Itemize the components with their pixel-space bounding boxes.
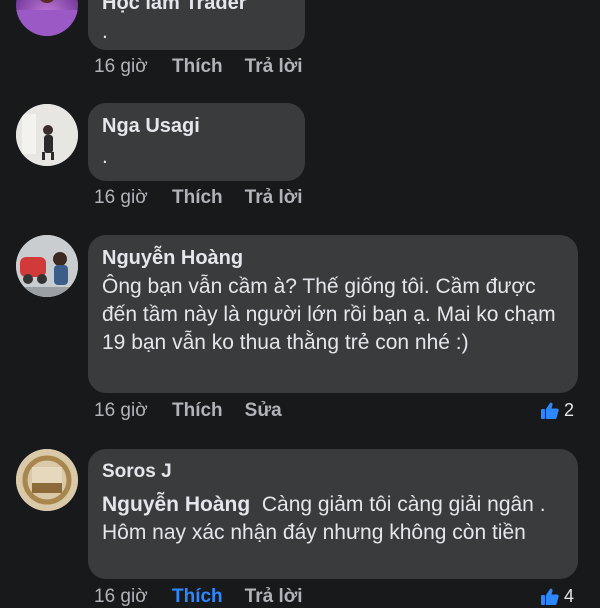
avatar[interactable]: [16, 0, 78, 36]
comment-author[interactable]: Nga Usagi: [102, 113, 291, 139]
comment-author[interactable]: Nguyễn Hoàng: [102, 245, 564, 271]
thumbs-up-icon: [541, 588, 559, 605]
comment-bubble: Nga Usagi .: [88, 103, 305, 181]
comment-actions: 16 giờ Thích Trả lời: [94, 56, 325, 78]
comment-author[interactable]: Soros J: [102, 459, 564, 485]
reaction-summary[interactable]: 4: [540, 586, 574, 607]
mention-link[interactable]: Nguyễn Hoàng: [102, 493, 250, 516]
avatar-image: [16, 0, 78, 36]
avatar[interactable]: [16, 235, 78, 297]
comment-text: .: [102, 20, 108, 43]
comment-time[interactable]: 16 giờ: [94, 400, 172, 422]
thumbs-up-icon: [541, 402, 559, 419]
avatar[interactable]: [16, 104, 78, 166]
comment-time[interactable]: 16 giờ: [94, 56, 172, 78]
comment-time[interactable]: 16 giờ: [94, 586, 172, 608]
comment-bubble: Học lắm Trader .: [88, 0, 305, 50]
avatar-image: [16, 235, 78, 297]
reaction-count: 4: [564, 586, 575, 606]
like-button[interactable]: Thích: [172, 56, 223, 78]
reaction-summary[interactable]: 2: [540, 400, 574, 421]
comment-text: Ông bạn vẫn cầm à? Thế giống tôi. Cầm đư…: [102, 275, 556, 354]
comment-text: Nguyễn Hoàng Càng giảm tôi càng giải ngâ…: [102, 491, 564, 547]
reply-button[interactable]: Trả lời: [245, 56, 303, 78]
reply-button[interactable]: Trả lời: [245, 586, 303, 608]
comment-bubble: Soros J Nguyễn Hoàng Càng giảm tôi càng …: [88, 449, 578, 579]
comment-author[interactable]: Học lắm Trader: [102, 0, 291, 16]
reply-button[interactable]: Trả lời: [245, 187, 303, 209]
comment-text: .: [102, 145, 108, 168]
like-button[interactable]: Thích: [172, 187, 223, 209]
reaction-count: 2: [564, 400, 575, 420]
like-button[interactable]: Thích: [172, 400, 223, 422]
avatar[interactable]: [16, 449, 78, 511]
like-button[interactable]: Thích: [172, 586, 223, 608]
avatar-image: [16, 449, 78, 511]
edit-button[interactable]: Sửa: [245, 400, 282, 422]
comment-actions: 16 giờ Thích Sửa: [94, 400, 304, 422]
comment-time[interactable]: 16 giờ: [94, 187, 172, 209]
comment-bubble: Nguyễn Hoàng Ông bạn vẫn cầm à? Thế giốn…: [88, 235, 578, 393]
comment-actions: 16 giờ Thích Trả lời: [94, 187, 325, 209]
comment-actions: 16 giờ Thích Trả lời: [94, 586, 325, 608]
avatar-image: [16, 104, 78, 166]
